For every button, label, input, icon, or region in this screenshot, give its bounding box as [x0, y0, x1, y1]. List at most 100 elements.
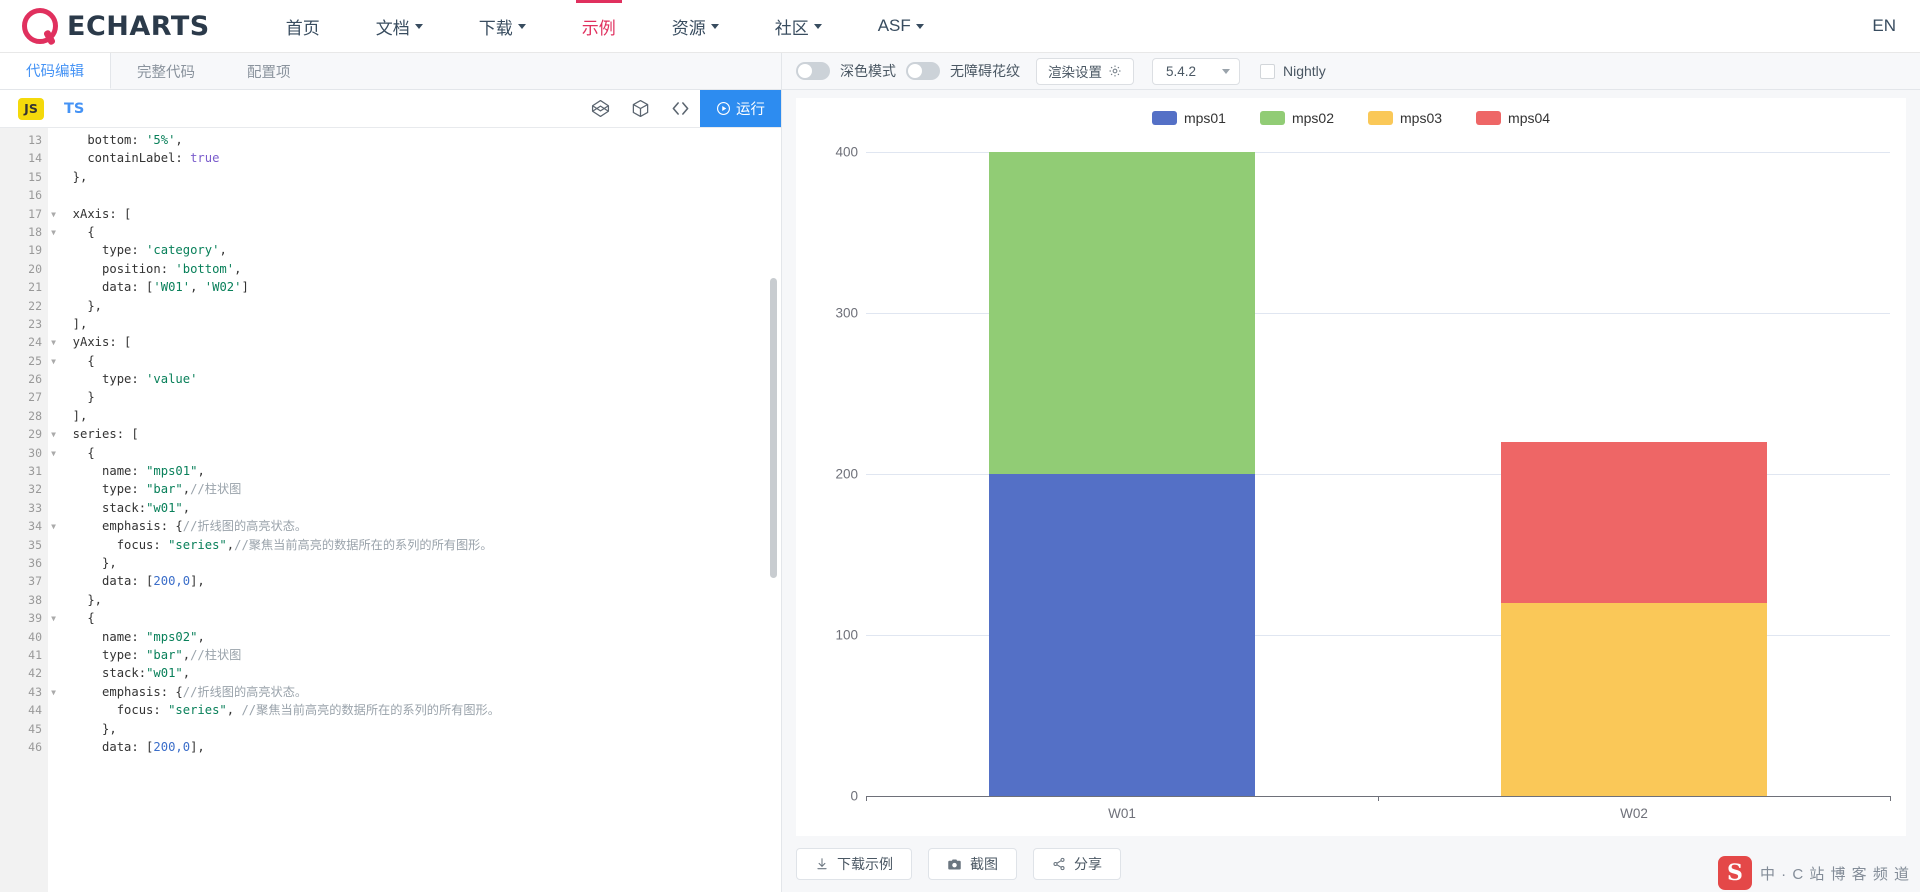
nav-item-4[interactable]: 资源	[644, 0, 747, 52]
code-token: type:	[58, 482, 147, 497]
line-number: 19	[28, 243, 42, 258]
run-button[interactable]: 运行	[700, 90, 781, 127]
line-number: 46	[28, 739, 42, 754]
code-token: ],	[58, 408, 88, 423]
footer-button-label: 下载示例	[837, 856, 893, 872]
footer-button-2[interactable]: 分享	[1033, 848, 1121, 880]
nav-item-6[interactable]: ASF	[850, 0, 952, 52]
nav-item-1[interactable]: 文档	[348, 0, 451, 52]
code-token: focus:	[58, 703, 169, 718]
code-token: //柱状图	[190, 482, 242, 497]
version-select[interactable]: 5.4.2	[1152, 57, 1240, 85]
line-number-gutter: 13 14 15 16 17 ▼ 18 ▼ 19 20 21 22 23 24 ▼ 25 ▼ 26 27 28 29 ▼ 3…	[0, 128, 56, 892]
y-axis-tick-label: 300	[835, 305, 858, 321]
main-nav-items: 首页 文档 下载 示例 资源 社区 ASF	[258, 0, 952, 52]
codesandbox-icon[interactable]	[620, 90, 660, 127]
echarts-logo-icon	[22, 8, 58, 44]
nav-item-3[interactable]: 示例	[554, 0, 644, 52]
code-token: ,	[175, 133, 183, 147]
chevron-down-icon	[517, 23, 526, 29]
nav-item-5[interactable]: 社区	[747, 0, 850, 52]
code-token: focus:	[58, 537, 169, 552]
watermark-logo-icon: S	[1717, 856, 1752, 890]
code-token: },	[58, 555, 117, 570]
editor-tab-2[interactable]: 配置项	[221, 53, 317, 89]
editor-vertical-scrollbar[interactable]	[770, 278, 777, 578]
code-token: yAxis: [	[58, 335, 132, 350]
nightly-checkbox[interactable]	[1260, 63, 1275, 79]
code-token: 200,0	[153, 739, 191, 754]
line-number: 37	[28, 574, 42, 589]
line-number: 26	[28, 372, 42, 387]
editor-tab-1[interactable]: 完整代码	[111, 53, 221, 89]
code-line: type: "bar",//柱状图	[58, 646, 781, 664]
code-token: {	[58, 353, 95, 368]
code-token: 'bottom'	[175, 261, 235, 276]
nav-item-label: 示例	[581, 18, 616, 38]
code-line: },	[58, 720, 781, 738]
nav-item-2[interactable]: 下载	[451, 0, 554, 52]
bar-segment-mps04-W02[interactable]	[1500, 441, 1768, 603]
code-token: "series"	[168, 537, 227, 552]
code-token: ,	[234, 261, 242, 276]
code-line: focus: "series",//聚焦当前高亮的数据所在的系列的所有图形。	[58, 536, 781, 554]
code-token: 'W02'	[204, 280, 242, 295]
render-settings-button[interactable]: 渲染设置	[1036, 57, 1134, 85]
chart-canvas[interactable]: mps01 mps02 mps03 mps04 0 100 200 300 400 W01 W02	[796, 98, 1906, 836]
code-token: '5%'	[146, 133, 176, 147]
line-number: 18 ▼	[0, 223, 56, 241]
code-line: bottom: '5%',	[58, 131, 781, 149]
code-line: stack:"w01",	[58, 499, 781, 517]
line-number: 40	[28, 629, 42, 644]
code-editor-area[interactable]: 13 14 15 16 17 ▼ 18 ▼ 19 20 21 22 23 24 ▼ 25 ▼ 26 27 28 29 ▼ 3…	[0, 128, 781, 892]
footer-button-label: 截图	[970, 856, 998, 872]
editor-tab-0[interactable]: 代码编辑	[0, 53, 111, 89]
nav-item-0[interactable]: 首页	[258, 0, 348, 52]
code-token: //柱状图	[190, 647, 242, 662]
code-token: 'value'	[146, 372, 198, 387]
code-token: emphasis: {	[58, 519, 183, 534]
bar-segment-mps02-W01[interactable]	[988, 152, 1256, 474]
echarts-logo[interactable]: ECHARTS	[22, 8, 210, 44]
line-number: 21	[28, 280, 42, 295]
code-brackets-icon[interactable]	[660, 90, 700, 127]
code-token: ,	[182, 482, 191, 497]
code-token: ,	[197, 464, 205, 479]
bar-segment-mps03-W02[interactable]	[1500, 602, 1768, 796]
dark-mode-toggle[interactable]	[796, 62, 830, 80]
line-number: 29 ▼	[0, 425, 56, 443]
lang-toggle-ts[interactable]: TS	[64, 101, 84, 117]
code-line: emphasis: {//折线图的高亮状态。	[58, 683, 781, 701]
preview-footer: 下载示例 截图 分享 S 中 · C 站 博 客 频 道	[782, 836, 1920, 892]
line-number: 38	[28, 592, 42, 607]
lang-toggle-js[interactable]: JS	[18, 97, 44, 120]
code-token: {	[58, 224, 95, 239]
line-number: 41	[28, 647, 42, 662]
code-line: emphasis: {//折线图的高亮状态。	[58, 517, 781, 535]
nav-item-label: 文档	[375, 18, 410, 38]
code-text-area[interactable]: bottom: '5%', containLabel: true }, xAxi…	[48, 128, 781, 892]
footer-button-0[interactable]: 下载示例	[796, 848, 912, 880]
nightly-checkbox-group[interactable]: Nightly	[1260, 63, 1326, 79]
code-line: type: "bar",//柱状图	[58, 480, 781, 498]
code-token: "mps01"	[146, 464, 198, 479]
footer-button-1[interactable]: 截图	[928, 848, 1017, 880]
line-number: 20	[28, 261, 42, 276]
code-token: ,	[182, 647, 191, 662]
bar-segment-mps01-W01[interactable]	[988, 474, 1256, 796]
code-token: data: [	[58, 574, 154, 589]
line-number: 30 ▼	[0, 444, 56, 462]
language-switch-en[interactable]: EN	[1872, 16, 1896, 36]
accessible-pattern-toggle[interactable]	[906, 62, 940, 80]
code-line: name: "mps02",	[58, 628, 781, 646]
line-number: 14	[28, 151, 42, 166]
codepen-icon[interactable]	[580, 90, 620, 127]
chart-container: mps01 mps02 mps03 mps04 0 100 200 300 400 W01 W02	[782, 90, 1920, 836]
line-number: 16	[28, 188, 42, 203]
code-line: },	[58, 168, 781, 186]
code-line: containLabel: true	[58, 149, 781, 167]
code-token: //折线图的高亮状态。	[182, 519, 308, 534]
code-line: xAxis: [	[58, 205, 781, 223]
code-token: emphasis: {	[58, 684, 183, 699]
code-token: type:	[58, 647, 147, 662]
